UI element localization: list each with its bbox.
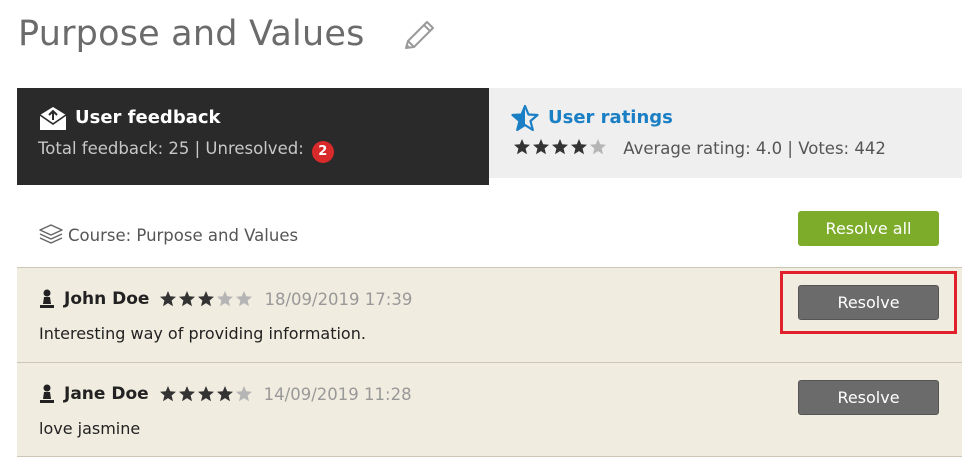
star-filled-icon bbox=[533, 139, 549, 155]
feedback-date: 14/09/2019 11:28 bbox=[263, 384, 412, 404]
feedback-tabs: User feedback Total feedback: 25 | Unres… bbox=[17, 88, 962, 185]
star-empty-icon bbox=[236, 291, 253, 307]
star-filled-icon bbox=[178, 386, 195, 402]
tab-user-feedback[interactable]: User feedback Total feedback: 25 | Unres… bbox=[17, 88, 489, 185]
star-filled-icon bbox=[514, 139, 530, 155]
course-info: Course: Purpose and Values bbox=[38, 223, 298, 245]
star-filled-icon bbox=[197, 386, 214, 402]
resolve-button[interactable]: Resolve bbox=[798, 285, 939, 320]
star-empty-icon bbox=[590, 139, 606, 155]
feedback-user-name: Jane Doe bbox=[64, 384, 149, 404]
stack-icon bbox=[39, 224, 63, 244]
pencil-icon[interactable] bbox=[400, 16, 440, 56]
star-filled-icon bbox=[160, 291, 177, 307]
page-title: Purpose and Values bbox=[18, 14, 365, 54]
feedback-rating-stars bbox=[159, 385, 254, 403]
star-filled-icon bbox=[198, 291, 215, 307]
star-filled-icon bbox=[571, 139, 587, 155]
star-empty-icon bbox=[217, 291, 234, 307]
tab-user-feedback-title: User feedback bbox=[75, 107, 221, 128]
feedback-list: John Doe 18/09/2019 17:39 Interesting wa… bbox=[17, 267, 962, 457]
star-filled-icon bbox=[179, 291, 196, 307]
feedback-item: John Doe 18/09/2019 17:39 Interesting wa… bbox=[17, 267, 962, 362]
feedback-user-name: John Doe bbox=[64, 289, 150, 309]
rating-summary: Average rating: 4.0 | Votes: 442 bbox=[623, 139, 886, 158]
feedback-total-label: Total feedback: 25 | Unresolved: bbox=[38, 139, 304, 158]
unresolved-count-badge: 2 bbox=[311, 141, 334, 163]
average-rating-stars bbox=[513, 138, 608, 156]
star-filled-icon bbox=[159, 386, 176, 402]
feedback-meta: Jane Doe 14/09/2019 11:28 bbox=[38, 384, 412, 404]
star-outline-icon bbox=[511, 104, 539, 132]
feedback-stats: Total feedback: 25 | Unresolved: 2 bbox=[38, 139, 334, 163]
pawn-user-icon bbox=[40, 384, 54, 403]
tab-user-ratings[interactable]: User ratings Average rating: 4.0 | Votes… bbox=[489, 88, 962, 178]
feedback-rating-stars bbox=[159, 290, 254, 308]
resolve-button[interactable]: Resolve bbox=[798, 380, 939, 415]
feedback-comment: Interesting way of providing information… bbox=[39, 324, 366, 343]
tab-user-ratings-title: User ratings bbox=[548, 107, 673, 128]
average-rating-row: Average rating: 4.0 | Votes: 442 bbox=[513, 138, 886, 158]
resolve-all-button[interactable]: Resolve all bbox=[798, 211, 939, 246]
star-filled-icon bbox=[216, 386, 233, 402]
pawn-user-icon bbox=[40, 289, 54, 308]
envelope-upload-icon bbox=[39, 107, 67, 130]
star-empty-icon bbox=[235, 386, 252, 402]
star-filled-icon bbox=[552, 139, 568, 155]
feedback-date: 18/09/2019 17:39 bbox=[264, 289, 413, 309]
course-label: Course: Purpose and Values bbox=[68, 226, 299, 245]
feedback-meta: John Doe 18/09/2019 17:39 bbox=[38, 289, 412, 309]
feedback-item: Jane Doe 14/09/2019 11:28 love jasmine R… bbox=[17, 362, 962, 457]
feedback-comment: love jasmine bbox=[39, 419, 141, 438]
